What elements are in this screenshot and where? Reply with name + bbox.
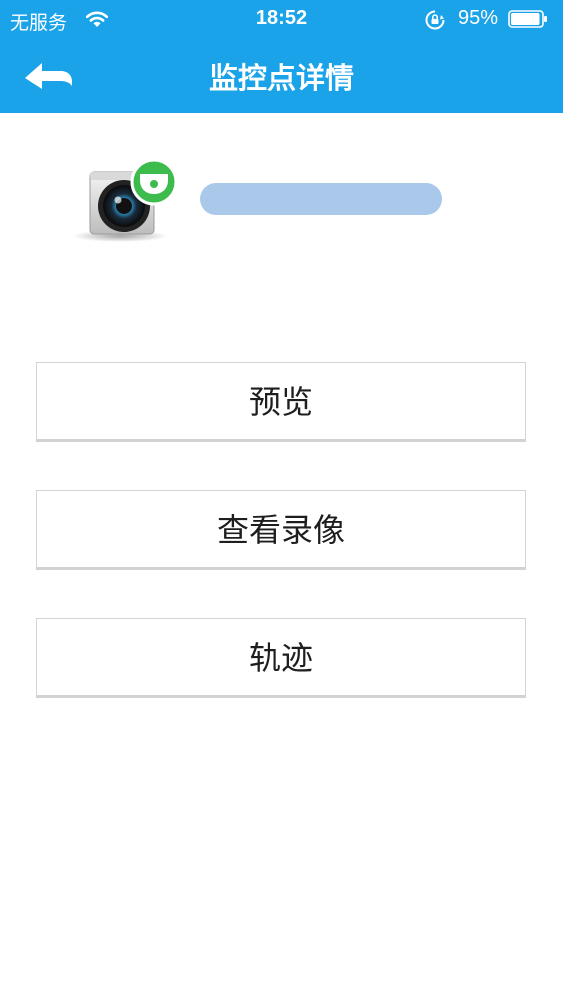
- header: 无服务 18:52 95% 监控点详情: [0, 0, 563, 113]
- nav-bar: 监控点详情: [0, 38, 563, 113]
- surveillance-camera-icon: [72, 158, 178, 242]
- track-button[interactable]: 轨迹: [36, 618, 526, 698]
- preview-button[interactable]: 预览: [36, 362, 526, 442]
- page-title: 监控点详情: [208, 61, 354, 95]
- battery-icon: [508, 10, 547, 28]
- battery-percent: 95%: [458, 7, 499, 29]
- screen: 无服务 18:52 95% 监控点详情 预览 查看录像 轨迹: [0, 0, 563, 1000]
- rotation-lock-icon: [425, 10, 445, 30]
- status-bar: 无服务 18:52 95%: [0, 0, 563, 38]
- camera-name-redacted: [200, 183, 442, 215]
- dome-camera-online-icon: [130, 158, 178, 206]
- camera-info: [0, 150, 563, 250]
- view-recording-button[interactable]: 查看录像: [36, 490, 526, 570]
